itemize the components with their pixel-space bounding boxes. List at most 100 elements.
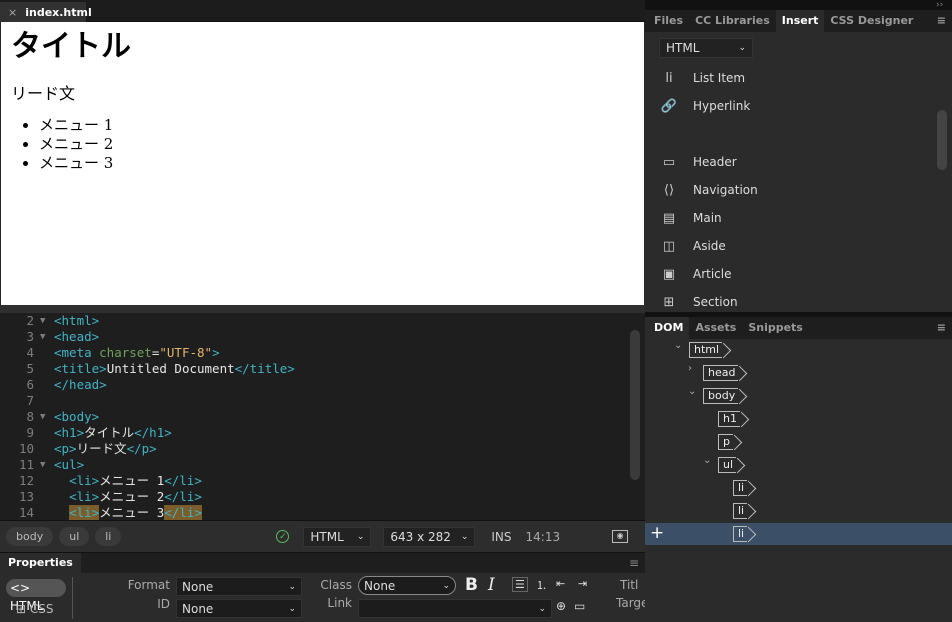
collapse-panels-icon[interactable]: ›› bbox=[936, 0, 943, 10]
code-line[interactable]: 12 <li> メニュー 1 </li> bbox=[0, 473, 645, 489]
article-icon: ▣ bbox=[662, 266, 676, 282]
insert-item-list-item[interactable]: li List Item bbox=[645, 64, 952, 92]
code-token: <li> bbox=[69, 473, 100, 488]
fold-arrow-icon[interactable]: ▼ bbox=[40, 313, 54, 329]
insert-item-header[interactable]: ▭ Header bbox=[645, 148, 952, 176]
code-line[interactable]: 10 <p> リード文 </p> bbox=[0, 441, 645, 457]
fold-arrow-icon[interactable]: ▼ bbox=[40, 457, 54, 473]
panel-menu-icon[interactable]: ≡ bbox=[931, 10, 952, 32]
fold-arrow-icon[interactable]: ▼ bbox=[40, 409, 54, 425]
insert-item-article[interactable]: ▣ Article bbox=[645, 260, 952, 288]
add-element-icon[interactable]: + bbox=[650, 523, 664, 543]
panel-menu-icon[interactable]: ≡ bbox=[931, 317, 952, 339]
format-select[interactable]: None ⌄ bbox=[176, 577, 302, 596]
dom-node-li[interactable]: li bbox=[733, 526, 748, 542]
id-select[interactable]: None ⌄ bbox=[176, 599, 302, 618]
tab-assets[interactable]: Assets bbox=[689, 317, 742, 339]
dom-node-li[interactable]: li bbox=[733, 480, 748, 496]
indent-icon[interactable]: ⇥ bbox=[578, 577, 587, 590]
ordered-list-icon[interactable]: ⒈ bbox=[536, 577, 547, 593]
code-line[interactable]: 11 ▼ <ul> bbox=[0, 457, 645, 473]
insert-item-main[interactable]: ▤ Main bbox=[645, 204, 952, 232]
outdent-icon[interactable]: ⇤ bbox=[556, 577, 565, 590]
code-line[interactable]: 4 <meta charset = "UTF-8" > bbox=[0, 345, 645, 361]
panel-menu-icon[interactable]: ≡ bbox=[629, 556, 639, 570]
insert-item-aside[interactable]: ◫ Aside bbox=[645, 232, 952, 260]
fold-gutter bbox=[40, 489, 54, 505]
document-tab[interactable]: × index.html bbox=[0, 2, 92, 22]
code-view[interactable]: 2 ▼ <html> 3 ▼ <head> 4 <meta charset = "UTF-8" >5… bbox=[0, 313, 645, 520]
live-preview-icon[interactable]: ◉ bbox=[612, 530, 629, 543]
insert-category-value: HTML bbox=[666, 41, 700, 55]
doc-type-select[interactable]: HTML ⌄ bbox=[303, 526, 372, 547]
tab-insert[interactable]: Insert bbox=[775, 10, 825, 32]
bold-button[interactable]: B bbox=[465, 575, 478, 595]
insert-item-hyperlink[interactable]: 🔗 Hyperlink bbox=[645, 92, 952, 120]
window-size-select[interactable]: 643 x 282 ⌄ bbox=[383, 526, 476, 547]
code-line[interactable]: 7 bbox=[0, 393, 645, 409]
unordered-list-icon[interactable]: ☰ bbox=[512, 577, 528, 592]
dom-node-h1[interactable]: h1 bbox=[718, 411, 740, 427]
chevron-down-icon: ⌄ bbox=[538, 603, 546, 614]
breadcrumb-li[interactable]: li bbox=[95, 527, 122, 546]
code-token: </li> bbox=[164, 489, 202, 504]
code-line[interactable]: 13 <li> メニュー 2 </li> bbox=[0, 489, 645, 505]
point-to-file-icon[interactable]: ⊕ bbox=[556, 599, 566, 613]
chevron-down-icon[interactable]: ⌄ bbox=[674, 340, 682, 351]
tab-dom[interactable]: DOM bbox=[645, 317, 690, 339]
insert-category-select[interactable]: HTML ⌄ bbox=[659, 38, 753, 58]
fold-arrow-icon[interactable]: ▼ bbox=[40, 329, 54, 345]
tab-snippets[interactable]: Snippets bbox=[742, 317, 809, 339]
dom-node-p[interactable]: p bbox=[718, 434, 733, 450]
code-token: </li> bbox=[164, 505, 202, 520]
code-token: "UTF-8" bbox=[159, 345, 213, 360]
tab-cc-libraries[interactable]: CC Libraries bbox=[689, 10, 776, 32]
breadcrumb-body[interactable]: body bbox=[6, 527, 54, 546]
dom-node-ul[interactable]: ul bbox=[718, 457, 737, 473]
code-line[interactable]: 2 ▼ <html> bbox=[0, 313, 645, 329]
italic-button[interactable]: I bbox=[488, 575, 495, 595]
line-number: 5 bbox=[26, 361, 34, 376]
insert-item-label: Header bbox=[693, 155, 737, 169]
breadcrumb-ul[interactable]: ul bbox=[59, 527, 90, 546]
html-mode-button[interactable]: <> HTML bbox=[6, 579, 66, 613]
code-line[interactable]: 14 <li> メニュー 3 </li> bbox=[0, 505, 645, 520]
code-line[interactable]: 3 ▼ <head> bbox=[0, 329, 645, 345]
list-item: メニュー 3 bbox=[39, 154, 634, 173]
id-value: None bbox=[182, 601, 214, 616]
close-icon[interactable]: × bbox=[8, 6, 17, 19]
code-token: タイトル bbox=[84, 425, 135, 440]
doc-type-value: HTML bbox=[310, 529, 344, 544]
view-splitter[interactable] bbox=[0, 305, 645, 313]
insert-item-navigation[interactable]: ⟨⟩ Navigation bbox=[645, 176, 952, 204]
class-select[interactable]: None ⌄ bbox=[358, 576, 456, 595]
code-line[interactable]: 8 ▼ <body> bbox=[0, 409, 645, 425]
code-scrollbar[interactable] bbox=[630, 330, 640, 480]
browse-folder-icon[interactable]: ▭ bbox=[574, 599, 585, 613]
design-view[interactable]: タイトル リード文 メニュー 1 メニュー 2 メニュー 3 bbox=[1, 22, 644, 305]
valid-check-icon[interactable]: ✓ bbox=[276, 530, 290, 543]
insert-item-section[interactable]: ⊞ Section bbox=[645, 288, 952, 316]
properties-tab[interactable]: Properties bbox=[0, 553, 81, 573]
code-line[interactable]: 5 <title> Untitled Document </title> bbox=[0, 361, 645, 377]
line-number: 7 bbox=[26, 393, 34, 408]
selected-row[interactable] bbox=[645, 523, 952, 545]
insert-item-label: Navigation bbox=[693, 183, 758, 197]
link-input[interactable]: ⌄ bbox=[358, 599, 552, 618]
code-token: <html> bbox=[54, 313, 100, 328]
code-line[interactable]: 9 <h1> タイトル </h1> bbox=[0, 425, 645, 441]
chevron-down-icon[interactable]: ⌄ bbox=[688, 386, 696, 397]
tab-files[interactable]: Files bbox=[645, 10, 689, 32]
dom-node-body[interactable]: body bbox=[703, 388, 739, 404]
chevron-right-icon[interactable]: › bbox=[688, 363, 692, 374]
dom-node-html[interactable]: html bbox=[689, 342, 723, 358]
css-mode-button[interactable]: ⊞ CSS bbox=[16, 602, 54, 616]
dom-node-li[interactable]: li bbox=[733, 503, 748, 519]
insert-scrollbar[interactable] bbox=[937, 110, 947, 170]
chevron-down-icon[interactable]: ⌄ bbox=[703, 455, 711, 466]
code-token: </title> bbox=[234, 361, 295, 376]
code-line[interactable]: 6 </head> bbox=[0, 377, 645, 393]
dom-node-head[interactable]: head bbox=[703, 365, 739, 381]
code-token: メニュー 2 bbox=[99, 489, 165, 504]
tab-css-designer[interactable]: CSS Designer bbox=[824, 10, 919, 32]
